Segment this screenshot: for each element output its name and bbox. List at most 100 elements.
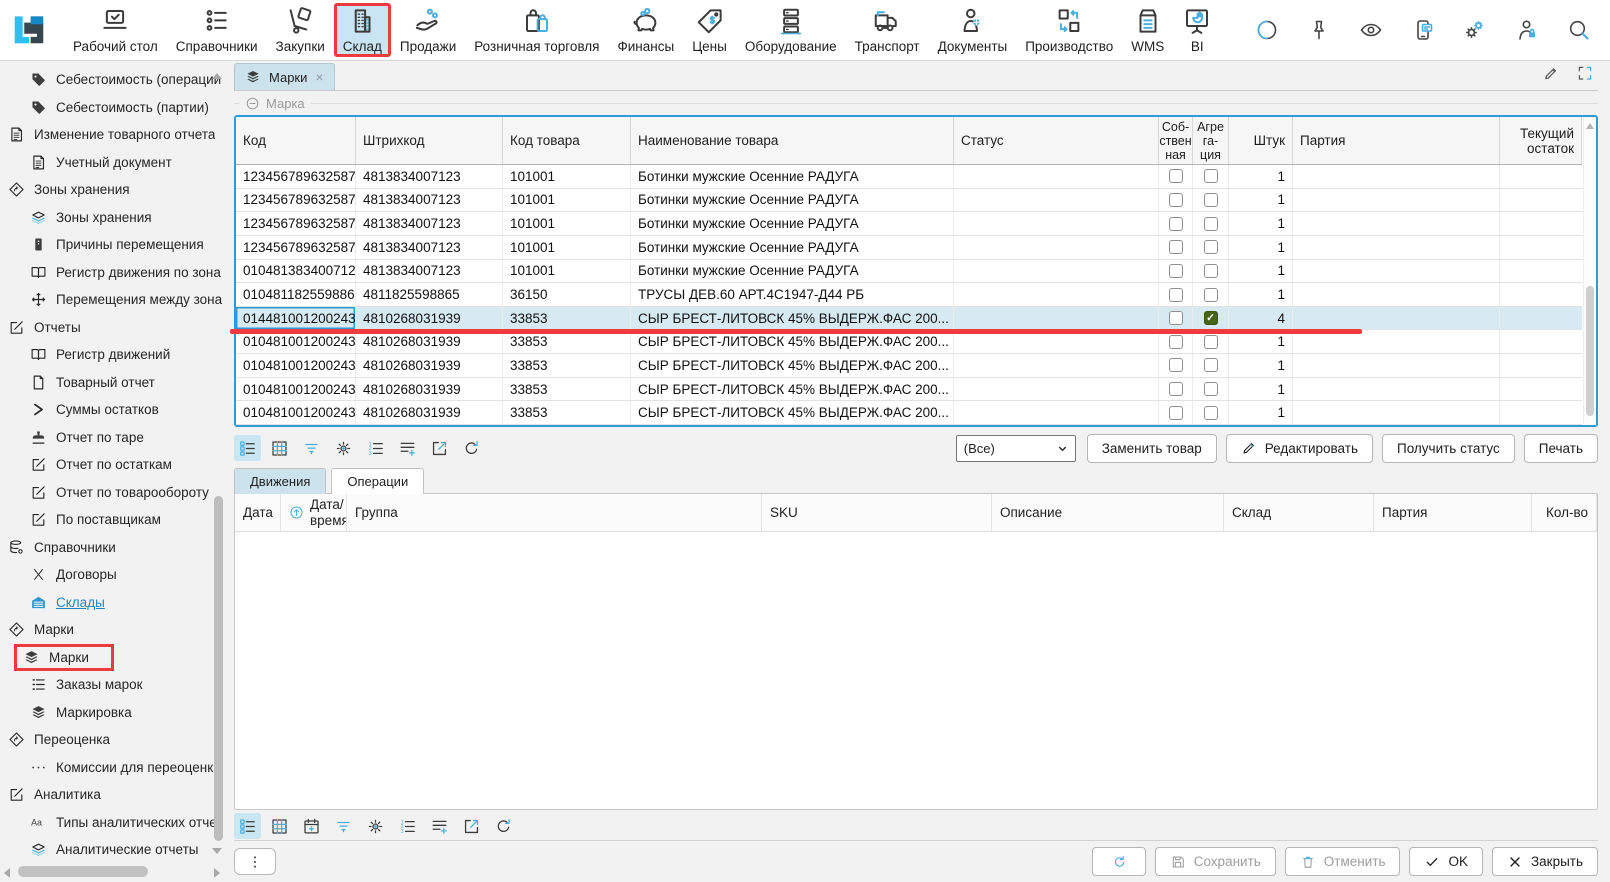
own-checkbox[interactable] [1169, 382, 1183, 396]
scroll-left-arrow[interactable] [4, 868, 10, 878]
table-scroll-thumb[interactable] [1586, 286, 1594, 415]
column-header[interactable]: Наименование товара [631, 117, 954, 164]
column-header[interactable]: Кол-во [1532, 494, 1597, 531]
module-wms[interactable]: WMS [1122, 3, 1173, 57]
sidebar-item-zone-transfers[interactable]: Перемещения между зона [0, 286, 228, 314]
aggregation-checkbox[interactable] [1204, 240, 1218, 254]
pin-button[interactable] [1293, 3, 1345, 57]
column-header[interactable]: Текущийостаток [1500, 117, 1582, 164]
list-view-toolbar-button[interactable] [234, 435, 261, 461]
table-row[interactable]: 123456789632587412...4813834007123101001… [236, 189, 1582, 213]
num-list-toolbar-button[interactable]: 123 [362, 435, 389, 461]
save-button[interactable]: Сохранить [1155, 847, 1276, 876]
table-scroll-up-arrow[interactable] [1586, 123, 1594, 129]
column-header[interactable]: Группа [347, 494, 762, 531]
sidebar-item-zone-movement-register[interactable]: Регистр движения по зона [0, 259, 228, 287]
own-checkbox[interactable] [1169, 264, 1183, 278]
list-plus-toolbar-button[interactable] [394, 435, 421, 461]
sidebar-item-cost-batches[interactable]: Себестоимость (партии) [0, 94, 228, 122]
aggregation-checkbox[interactable] [1204, 358, 1218, 372]
table-row[interactable]: 123456789632587412...4813834007123101001… [236, 212, 1582, 236]
close-button[interactable]: Закрыть [1492, 847, 1598, 876]
aggregation-checkbox[interactable] [1204, 217, 1218, 231]
list-plus-toolbar-button[interactable] [426, 813, 453, 839]
column-header[interactable]: Склад [1224, 494, 1374, 531]
column-header[interactable]: Статус [954, 117, 1159, 164]
tab-close-icon[interactable]: × [315, 69, 323, 85]
grid-toolbar-button[interactable] [266, 435, 293, 461]
filter-toolbar-button[interactable] [330, 813, 357, 839]
sidebar-item-marking[interactable]: Маркировка [0, 699, 228, 727]
sidebar-item-goods-report[interactable]: Товарный отчет [0, 369, 228, 397]
column-header[interactable]: Партия [1374, 494, 1532, 531]
module-finance[interactable]: Финансы [609, 3, 684, 57]
column-header[interactable]: Код [236, 117, 356, 164]
module-purchases[interactable]: Закупки [267, 3, 334, 57]
edit-pencil-icon[interactable] [1542, 64, 1560, 82]
get-status-button[interactable]: Получить статус [1382, 434, 1515, 463]
column-header[interactable]: Описание [992, 494, 1224, 531]
own-checkbox[interactable] [1169, 288, 1183, 302]
table-row[interactable]: 010481182559886521...481182559886536150Т… [236, 283, 1582, 307]
sidebar-item-tare-report[interactable]: Отчет по таре [0, 424, 228, 452]
aggregation-checkbox[interactable] [1204, 169, 1218, 183]
sidebar-item-marks-list[interactable]: Марки [0, 644, 228, 672]
eye-button[interactable] [1345, 3, 1397, 57]
column-header[interactable]: Штрихкод [356, 117, 503, 164]
clock-button[interactable] [1241, 3, 1293, 57]
table-row[interactable]: 010481383400712321...4813834007123101001… [236, 260, 1582, 284]
sidebar-item-marks[interactable]: Марки [0, 616, 228, 644]
column-header[interactable]: Соб-ственная [1159, 117, 1193, 164]
sidebar-item-revaluation[interactable]: Переоценка [0, 726, 228, 754]
column-header[interactable]: Штук [1229, 117, 1293, 164]
sidebar-item-cost-operations[interactable]: Себестоимость (операции [0, 66, 228, 94]
print-button[interactable]: Печать [1524, 434, 1598, 463]
column-header[interactable]: Агрега-ция [1193, 117, 1229, 164]
sidebar-vertical-scrollbar[interactable] [214, 496, 223, 841]
aggregation-checkbox[interactable] [1204, 382, 1218, 396]
column-header[interactable]: Дата [235, 494, 281, 531]
sidebar-item-revaluation-commissions[interactable]: Комиссии для переоценки [0, 754, 228, 782]
sidebar-scroll-up-arrow[interactable] [212, 73, 222, 79]
module-transport[interactable]: Транспорт [846, 3, 929, 57]
status-filter-select[interactable]: (Все) [956, 435, 1076, 462]
module-bi[interactable]: BI [1173, 3, 1221, 57]
sidebar-item-warehouses[interactable]: Склады [0, 589, 228, 617]
expand-fullscreen-icon[interactable] [1576, 64, 1594, 82]
own-checkbox[interactable] [1169, 311, 1183, 325]
sidebar-item-analytic-reports[interactable]: Аналитические отчеты [0, 836, 228, 864]
reload-toolbar-button[interactable] [458, 435, 485, 461]
num-list-toolbar-button[interactable]: 123 [394, 813, 421, 839]
own-checkbox[interactable] [1169, 358, 1183, 372]
sidebar-horizontal-scrollbar[interactable] [2, 866, 222, 878]
horizontal-scroll-thumb[interactable] [18, 866, 148, 877]
own-checkbox[interactable] [1169, 217, 1183, 231]
search-button[interactable] [1553, 3, 1605, 57]
sidebar-item-movement-register[interactable]: Регистр движений [0, 341, 228, 369]
own-checkbox[interactable] [1169, 193, 1183, 207]
own-checkbox[interactable] [1169, 169, 1183, 183]
more-options-button[interactable] [234, 848, 276, 875]
module-prices[interactable]: Цены [683, 3, 736, 57]
table-row[interactable]: 014481001200243511...481026803193933853С… [236, 307, 1582, 331]
aggregation-checkbox[interactable] [1204, 335, 1218, 349]
module-warehouse[interactable]: Склад [334, 3, 391, 57]
own-checkbox[interactable] [1169, 240, 1183, 254]
sidebar-item-analytics[interactable]: Аналитика [0, 781, 228, 809]
column-header[interactable]: Партия [1293, 117, 1500, 164]
table-row[interactable]: 010481001200243721...481026803193933853С… [236, 401, 1582, 425]
table-row[interactable]: 010481001200243721...481026803193933853С… [236, 354, 1582, 378]
sidebar-item-reports[interactable]: Отчеты [0, 314, 228, 342]
gear-toolbar-button[interactable] [362, 813, 389, 839]
sidebar-item-goods-report-change[interactable]: Изменение товарного отчета [0, 121, 228, 149]
collapse-icon[interactable] [245, 96, 260, 111]
replace-product-button[interactable]: Заменить товар [1087, 434, 1217, 463]
sidebar-item-directories[interactable]: Справочники [0, 534, 228, 562]
filter-toolbar-button[interactable] [298, 435, 325, 461]
sidebar-item-by-suppliers[interactable]: По поставщикам [0, 506, 228, 534]
aggregation-checkbox[interactable] [1204, 264, 1218, 278]
aggregation-checkbox[interactable] [1204, 288, 1218, 302]
marks-table-scrollbar[interactable] [1583, 117, 1596, 425]
module-documents[interactable]: Документы [929, 3, 1017, 57]
sidebar-item-turnover-report[interactable]: Отчет по товарообороту [0, 479, 228, 507]
